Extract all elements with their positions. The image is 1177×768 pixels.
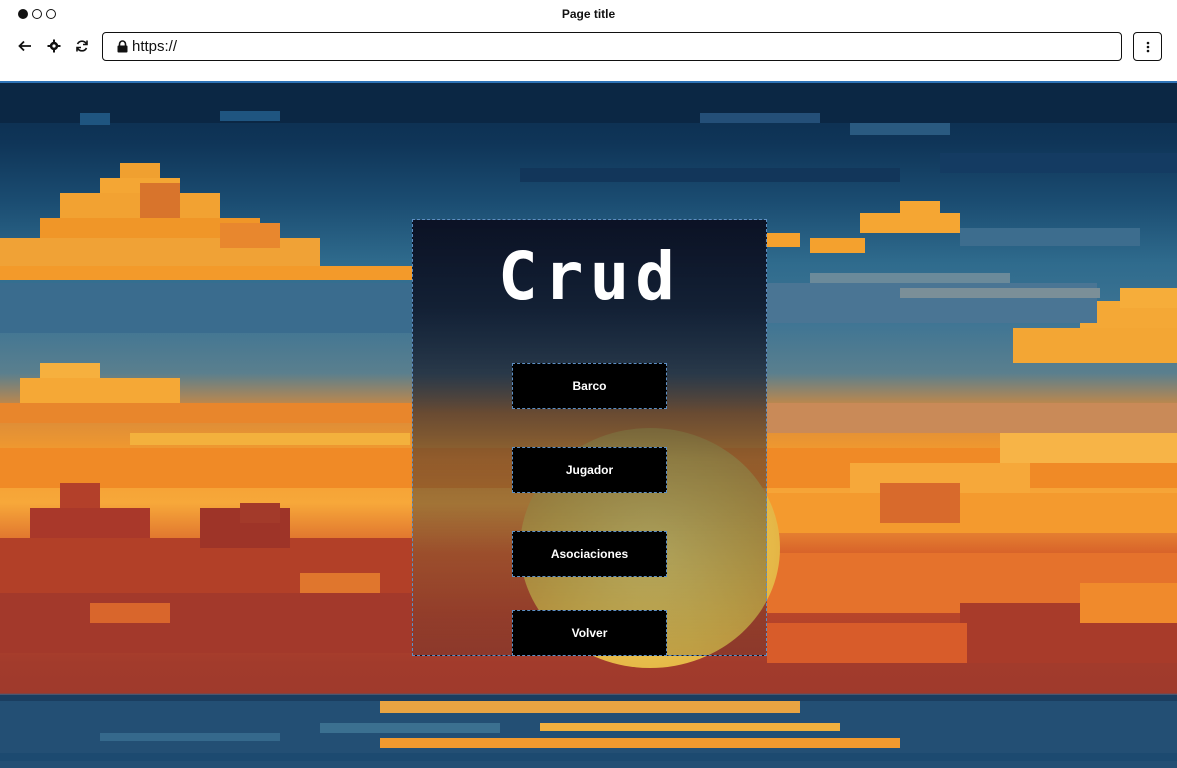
- browser-menu-button[interactable]: [1133, 32, 1162, 61]
- asociaciones-button[interactable]: Asociaciones: [512, 531, 667, 577]
- reload-button[interactable]: [73, 37, 91, 55]
- settings-button[interactable]: [45, 37, 63, 55]
- crud-menu-panel: Crud Barco Jugador Asociaciones Volver: [412, 219, 767, 656]
- crud-title: Crud: [498, 238, 681, 315]
- kebab-menu-icon: [1146, 41, 1149, 52]
- jugador-button[interactable]: Jugador: [512, 447, 667, 493]
- browser-chrome: Page title https://: [0, 0, 1177, 83]
- barco-button[interactable]: Barco: [512, 363, 667, 409]
- reload-icon: [76, 40, 88, 52]
- lock-icon: [117, 40, 128, 53]
- page-title: Page title: [561, 7, 616, 21]
- volver-button[interactable]: Volver: [512, 610, 667, 656]
- back-button[interactable]: [16, 37, 34, 55]
- gear-icon: [47, 39, 61, 53]
- arrow-left-icon: [18, 40, 31, 52]
- url-text: https://: [132, 38, 178, 55]
- address-bar[interactable]: https://: [102, 32, 1122, 61]
